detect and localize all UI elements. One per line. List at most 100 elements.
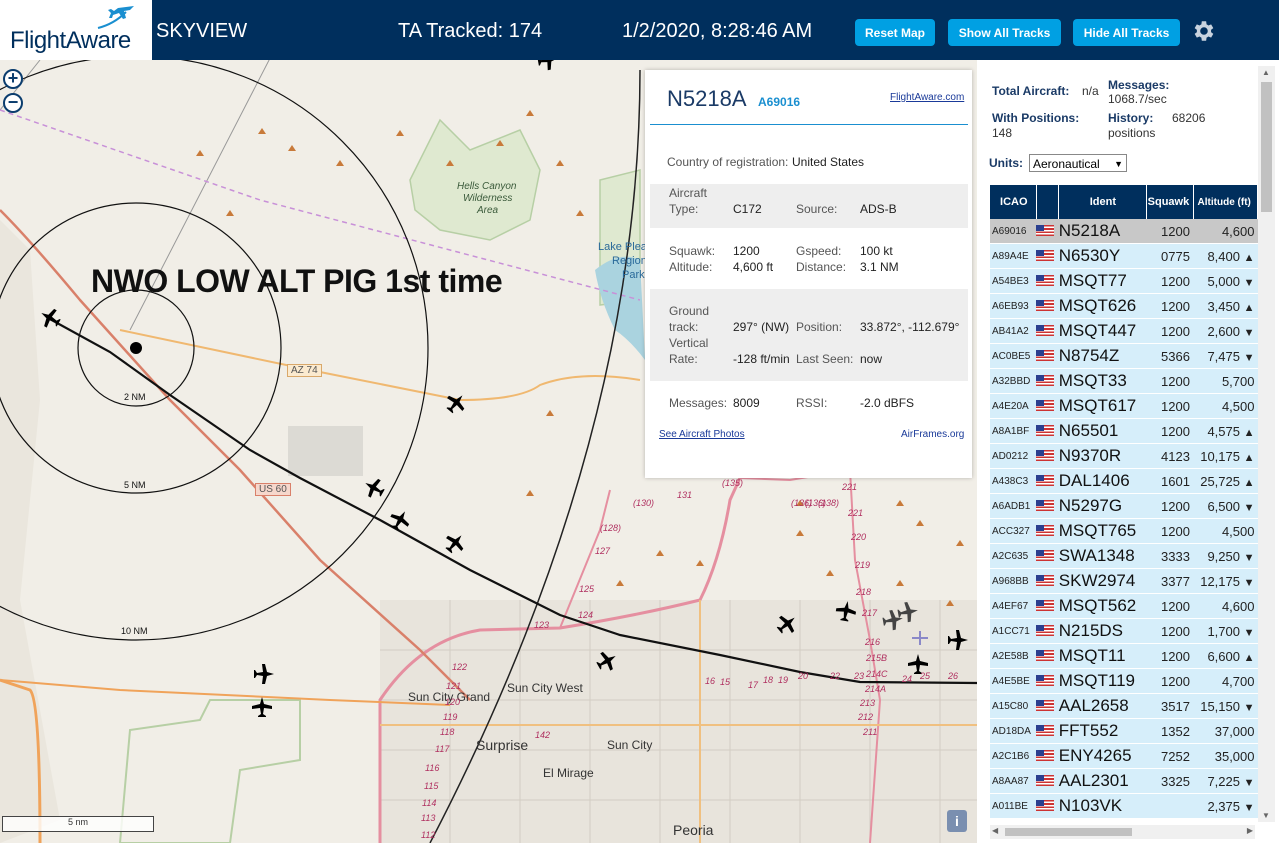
- flightaware-link[interactable]: FlightAware.com: [890, 92, 964, 103]
- altitude-cell: 4,500: [1193, 518, 1258, 544]
- col-ident[interactable]: Ident: [1058, 185, 1148, 219]
- table-row[interactable]: A69016 N5218A 1200 4,600: [990, 219, 1258, 244]
- us-flag-icon: [1036, 625, 1055, 637]
- road-number-label: 116: [425, 763, 440, 773]
- table-row[interactable]: A2C1B6 ENY4265 7252 35,000: [990, 743, 1258, 769]
- table-row[interactable]: A6ADB1 N5297G 1200 6,500 ▼: [990, 493, 1258, 519]
- road-number-label: 115: [424, 781, 439, 791]
- table-row[interactable]: A4E20A MSQT617 1200 4,500: [990, 393, 1258, 419]
- scroll-up-icon[interactable]: ▲: [1262, 68, 1270, 77]
- col-altitude[interactable]: Altitude (ft): [1193, 185, 1258, 219]
- table-row[interactable]: A968BB SKW2974 3377 12,175 ▼: [990, 568, 1258, 594]
- zoom-in-button[interactable]: +: [3, 69, 23, 89]
- icao-cell: A4E20A: [990, 393, 1037, 419]
- units-dropdown[interactable]: Aeronautical ▼: [1029, 154, 1127, 172]
- squawk-cell: 1200: [1146, 643, 1194, 669]
- icao-cell: A2C1B6: [990, 743, 1037, 769]
- us-flag-icon: [1036, 550, 1055, 562]
- table-row[interactable]: A8AA87 AAL2301 3325 7,225 ▼: [990, 768, 1258, 794]
- road-number-label: 216: [865, 637, 881, 647]
- flag-cell: [1036, 468, 1059, 494]
- table-row[interactable]: A1CC71 N215DS 1200 1,700 ▼: [990, 618, 1258, 644]
- col-flag[interactable]: [1036, 185, 1060, 219]
- zoom-out-button[interactable]: −: [3, 93, 23, 113]
- vertical-scroll-thumb[interactable]: [1261, 82, 1272, 212]
- units-selected-value: Aeronautical: [1033, 157, 1100, 171]
- see-aircraft-photos-link[interactable]: See Aircraft Photos: [659, 429, 745, 440]
- table-row[interactable]: A32BBD MSQT33 1200 5,700: [990, 368, 1258, 394]
- road-number-label: 25: [920, 671, 931, 681]
- gear-icon[interactable]: [1190, 18, 1216, 44]
- altitude-value: 15,150: [1200, 698, 1240, 714]
- squawk-cell: 1200: [1146, 418, 1194, 444]
- reset-map-button[interactable]: Reset Map: [855, 19, 935, 46]
- flag-cell: [1036, 593, 1059, 619]
- table-row[interactable]: AD0212 N9370R 4123 10,175 ▲: [990, 443, 1258, 469]
- road-number-label: (136): [805, 498, 827, 508]
- table-row[interactable]: A438C3 DAL1406 1601 25,725 ▲: [990, 468, 1258, 494]
- hide-all-tracks-button[interactable]: Hide All Tracks: [1073, 19, 1180, 46]
- ident-cell: MSQT77: [1058, 268, 1147, 294]
- vertical-scrollbar[interactable]: ▲ ▼: [1258, 66, 1275, 822]
- total-aircraft-label: Total Aircraft:: [992, 84, 1070, 98]
- squawk-cell: 1200: [1146, 493, 1194, 519]
- table-row[interactable]: A15C80 AAL2658 3517 15,150 ▼: [990, 693, 1258, 719]
- table-row[interactable]: AD18DA FFT552 1352 37,000: [990, 718, 1258, 744]
- col-icao[interactable]: ICAO: [990, 185, 1037, 219]
- flightaware-logo[interactable]: FlightAware: [0, 0, 152, 60]
- scroll-right-icon[interactable]: ▶: [1247, 826, 1253, 835]
- flag-cell: [1036, 568, 1059, 594]
- ident-cell: N65501: [1058, 418, 1147, 444]
- horizontal-scrollbar[interactable]: ◀ ▶: [990, 825, 1255, 839]
- road-number-label: 221: [842, 482, 858, 492]
- scroll-down-icon[interactable]: ▼: [1262, 811, 1270, 820]
- table-row[interactable]: A2C635 SWA1348 3333 9,250 ▼: [990, 543, 1258, 569]
- us-flag-icon: [1036, 700, 1055, 712]
- icao-cell: A32BBD: [990, 368, 1037, 394]
- aircraft-table: ICAO Ident Squawk Altitude (ft) A69016 N5…: [990, 185, 1258, 819]
- scroll-left-icon[interactable]: ◀: [992, 826, 998, 835]
- aircraft-info-popup: N5218A A69016 FlightAware.com Country of…: [645, 70, 972, 478]
- show-all-tracks-button[interactable]: Show All Tracks: [948, 19, 1061, 46]
- table-row[interactable]: A54BE3 MSQT77 1200 5,000 ▼: [990, 268, 1258, 294]
- logo-text: FlightAware: [10, 27, 131, 54]
- info-button[interactable]: i: [947, 810, 967, 832]
- label-wilderness: Wilderness: [463, 193, 513, 204]
- ident-cell: MSQT765: [1058, 518, 1147, 544]
- flag-cell: [1036, 393, 1059, 419]
- table-row[interactable]: A8A1BF N65501 1200 4,575 ▲: [990, 418, 1258, 444]
- flag-cell: [1036, 418, 1059, 444]
- table-row[interactable]: A4E5BE MSQT119 1200 4,700: [990, 668, 1258, 694]
- table-row[interactable]: A4EF67 MSQT562 1200 4,600: [990, 593, 1258, 619]
- table-row[interactable]: AB41A2 MSQT447 1200 2,600 ▼: [990, 318, 1258, 344]
- col-squawk[interactable]: Squawk: [1146, 185, 1195, 219]
- flag-cell: [1036, 493, 1059, 519]
- altitude-value: 4,600 ft: [733, 260, 774, 274]
- squawk-cell: 1200: [1146, 219, 1194, 244]
- altitude-value: 7,475: [1207, 348, 1240, 364]
- table-row[interactable]: ACC327 MSQT765 1200 4,500: [990, 518, 1258, 544]
- label-lake-pleasant: Lake Plea: [598, 241, 647, 253]
- trend-icon: ▼: [1243, 801, 1255, 814]
- chevron-down-icon: ▼: [1114, 159, 1123, 169]
- table-row[interactable]: AC0BE5 N8754Z 5366 7,475 ▼: [990, 343, 1258, 369]
- label-el-mirage: El Mirage: [543, 766, 594, 780]
- us-flag-icon: [1036, 775, 1055, 787]
- position-value: 33.872°, -112.679°: [860, 320, 960, 334]
- table-row[interactable]: A2E58B MSQT11 1200 6,600 ▲: [990, 643, 1258, 669]
- table-row[interactable]: A011BE N103VK 2,375 ▼: [990, 793, 1258, 819]
- road-number-label: 211: [863, 727, 878, 737]
- airframes-link[interactable]: AirFrames.org: [901, 429, 964, 440]
- table-row[interactable]: A6EB93 MSQT626 1200 3,450 ▲: [990, 293, 1258, 319]
- us-flag-icon: [1036, 725, 1055, 737]
- tracked-count: TA Tracked: 174: [398, 20, 543, 42]
- map-canvas[interactable]: Hells Canyon Wilderness Area Lake Plea R…: [0, 60, 977, 843]
- horizontal-scroll-thumb[interactable]: [1005, 828, 1132, 836]
- altitude-cell: 4,700: [1193, 668, 1258, 694]
- trend-icon: ▼: [1243, 776, 1255, 789]
- us-flag-icon: [1036, 250, 1055, 262]
- table-row[interactable]: A89A4E N6530Y 0775 8,400 ▲: [990, 243, 1258, 269]
- ident-cell: MSQT562: [1058, 593, 1147, 619]
- icao-cell: A89A4E: [990, 243, 1037, 269]
- us-flag-icon: [1036, 650, 1055, 662]
